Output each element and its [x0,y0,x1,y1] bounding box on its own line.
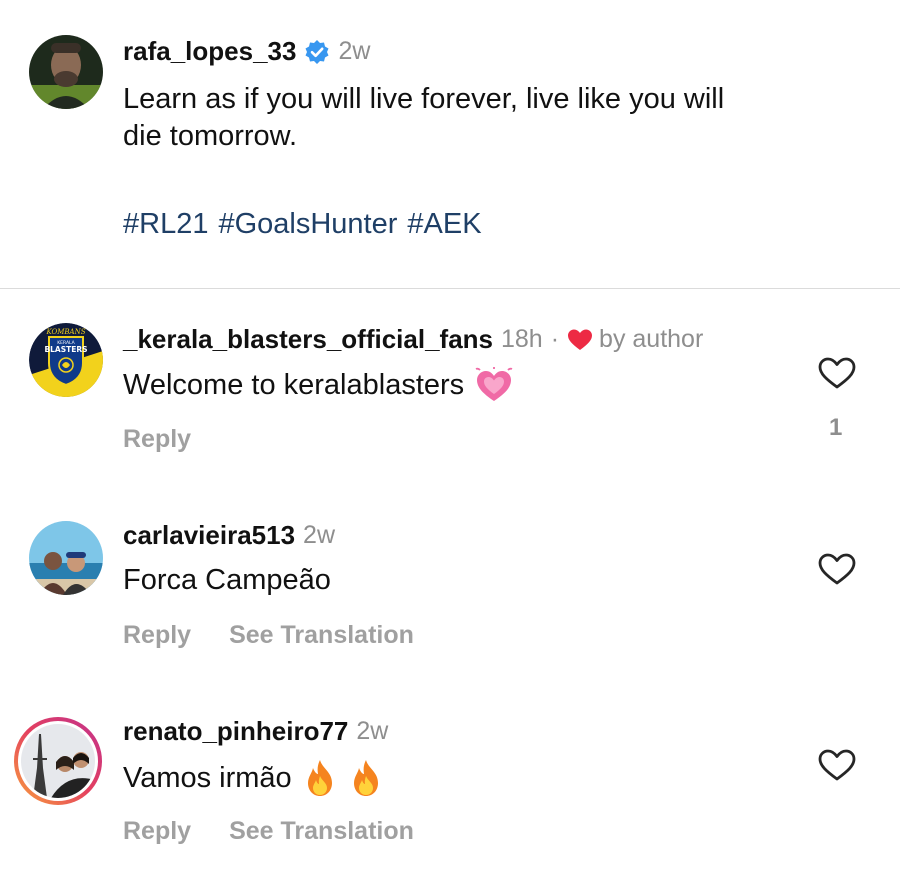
caption-time: 2w [338,37,371,65]
heart-outline-icon[interactable] [817,747,857,783]
heart-outline-icon[interactable] [817,355,857,391]
comment-actions: Reply See Translation [123,621,414,650]
caption-author-avatar[interactable] [29,35,103,109]
commenter-avatar [21,724,95,798]
hashtag-link[interactable]: #RL21 [123,208,208,240]
section-divider [0,288,900,289]
comment-text: Forca Campeão [123,564,331,596]
caption-hashtags: #RL21 #GoalsHunter #AEK [123,208,492,241]
verified-badge-icon [305,39,329,64]
comment-actions: Reply See Translation [123,817,414,846]
comment-text-row: Vamos irmão [123,758,384,798]
caption-text-line2: die tomorrow. [123,120,298,152]
liked-by-author-badge: by author [567,325,703,354]
reply-button[interactable]: Reply [123,621,191,650]
comment-time: 2w [356,717,389,745]
fire-emoji [353,760,378,796]
hashtag-link[interactable]: #GoalsHunter [218,208,397,240]
comment-username[interactable]: _kerala_blasters_official_fans [123,324,493,355]
growing-heart-emoji [475,367,513,401]
reply-button[interactable]: Reply [123,817,191,846]
post-caption: rafa_lopes_33 2w Learn as if you will li… [0,0,900,288]
see-translation-button[interactable]: See Translation [229,817,414,846]
red-heart-icon [568,329,593,350]
fire-emoji [307,760,332,796]
comment-text: Vamos irmão [123,761,292,794]
comment-time: 18h [501,325,543,353]
caption-header: rafa_lopes_33 2w [123,36,370,67]
comment-time: 2w [303,521,336,549]
comment-text-row: Welcome to keralablasters [123,366,514,404]
comment-username[interactable]: renato_pinheiro77 [123,716,348,747]
caption-text: Learn as if you will live forever, live … [123,81,724,155]
see-translation-button[interactable]: See Translation [229,621,414,650]
reply-button[interactable]: Reply [123,425,191,454]
commenter-avatar[interactable] [29,521,103,595]
caption-text-line1: Learn as if you will live forever, live … [123,83,725,115]
comment-header: _kerala_blasters_official_fans 18h · by … [123,324,703,355]
hashtag-link[interactable]: #AEK [407,208,481,240]
comment-actions: Reply [123,425,191,454]
by-author-label: by author [599,325,704,353]
story-ring[interactable] [14,717,102,805]
like-count: 1 [829,414,843,441]
comment-header: carlavieira513 2w [123,520,335,551]
meta-separator: · [550,325,560,353]
comment-text: Welcome to keralablasters [123,368,465,401]
commenter-avatar[interactable]: KOMBANS KERALA BLASTERS [29,323,103,397]
caption-username[interactable]: rafa_lopes_33 [123,36,296,67]
avatar-text-top: KOMBANS [45,328,85,336]
heart-outline-icon[interactable] [817,551,857,587]
comment-username[interactable]: carlavieira513 [123,520,295,551]
avatar-text-main: BLASTERS [44,345,87,354]
comment-header: renato_pinheiro77 2w [123,716,388,747]
